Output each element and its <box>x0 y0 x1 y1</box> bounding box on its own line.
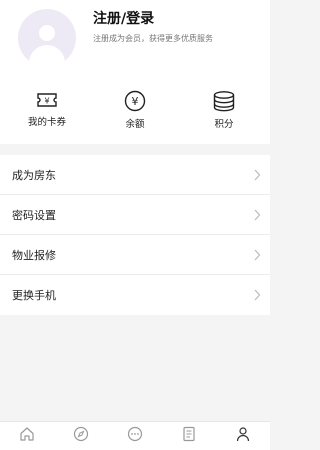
menu-item-label: 物业报修 <box>12 249 56 262</box>
quick-item-balance[interactable]: ¥ 余额 <box>100 90 170 136</box>
chevron-right-icon <box>254 249 261 261</box>
tab-orders[interactable] <box>162 422 216 450</box>
chevron-right-icon <box>254 289 261 301</box>
svg-text:¥: ¥ <box>132 95 139 108</box>
menu-item-label: 密码设置 <box>12 209 56 222</box>
profile-header[interactable]: 注册/登录 注册成为会员，获得更多优质服务 <box>0 0 270 78</box>
menu-item-become-landlord[interactable]: 成为房东 <box>0 155 270 195</box>
quick-item-label: 我的卡券 <box>27 117 66 128</box>
menu-item-label: 成为房东 <box>12 169 56 182</box>
bottom-tab-bar <box>0 421 270 450</box>
login-subtitle: 注册成为会员，获得更多优质服务 <box>93 34 213 43</box>
avatar-body-shape <box>29 45 65 67</box>
chevron-right-icon <box>254 169 261 181</box>
home-icon <box>20 427 34 441</box>
yen-coin-icon: ¥ <box>124 90 146 112</box>
avatar-head-shape <box>39 25 55 41</box>
avatar[interactable] <box>18 9 76 67</box>
quick-item-label: 余额 <box>125 119 145 130</box>
menu-item-change-phone[interactable]: 更换手机 <box>0 275 270 315</box>
quick-item-coupons[interactable]: ¥ 我的卡券 <box>12 90 82 136</box>
quick-actions-panel: ¥ 我的卡券 ¥ 余额 积分 <box>0 78 270 144</box>
document-icon <box>183 426 195 442</box>
quick-item-label: 积分 <box>214 119 234 130</box>
person-icon <box>236 427 250 442</box>
tab-discover[interactable] <box>54 422 108 450</box>
menu-item-label: 更换手机 <box>12 289 56 302</box>
tab-messages[interactable] <box>108 422 162 450</box>
coupon-ticket-icon: ¥ <box>37 93 57 107</box>
settings-menu: 成为房东 密码设置 物业报修 更换手机 <box>0 155 270 315</box>
menu-item-password-settings[interactable]: 密码设置 <box>0 195 270 235</box>
compass-icon <box>73 426 89 442</box>
quick-item-points[interactable]: 积分 <box>189 90 259 136</box>
chevron-right-icon <box>254 209 261 221</box>
coin-stack-icon <box>213 91 235 112</box>
svg-text:¥: ¥ <box>44 97 49 106</box>
tab-profile[interactable] <box>216 422 270 450</box>
message-icon <box>127 426 143 442</box>
login-register-title[interactable]: 注册/登录 <box>93 8 154 28</box>
tab-home[interactable] <box>0 422 54 450</box>
menu-item-property-repair[interactable]: 物业报修 <box>0 235 270 275</box>
